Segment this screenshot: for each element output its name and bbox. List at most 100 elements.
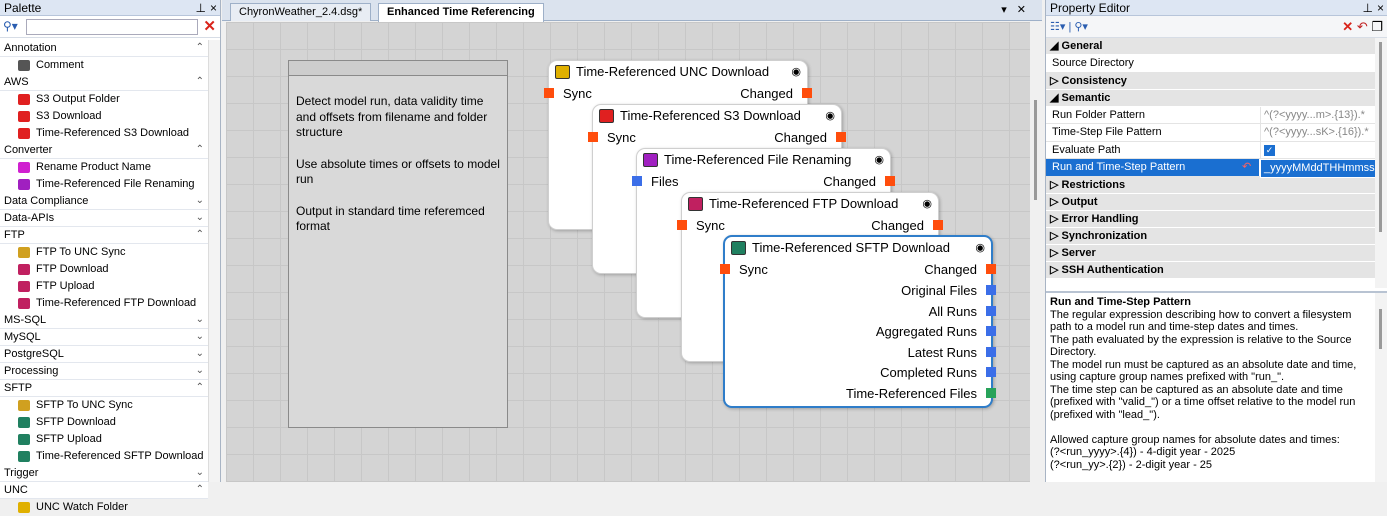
property-grid-scrollbar[interactable] bbox=[1375, 38, 1387, 288]
output-port[interactable] bbox=[986, 387, 996, 398]
property-category-synchronization[interactable]: ▷ Synchronization bbox=[1046, 227, 1376, 245]
expand-icon[interactable]: ▷ bbox=[1050, 247, 1062, 259]
close-tab-icon[interactable]: ✕ bbox=[1017, 4, 1036, 16]
palette-item[interactable]: S3 Download bbox=[0, 108, 208, 125]
comment-header[interactable] bbox=[289, 61, 507, 76]
tab-list-icon[interactable]: ▾ bbox=[1001, 4, 1017, 16]
palette-item[interactable]: Time-Referenced SFTP Download bbox=[0, 448, 208, 465]
palette-scrollbar[interactable] bbox=[208, 40, 220, 482]
palette-item[interactable]: Time-Referenced FTP Download bbox=[0, 295, 208, 312]
property-category-general[interactable]: ◢ General bbox=[1046, 38, 1376, 55]
palette-item[interactable]: SFTP Download bbox=[0, 414, 208, 431]
property-value[interactable]: ^(?<yyyy...sK>.{16}).* bbox=[1260, 124, 1376, 141]
eye-icon[interactable]: ◉ bbox=[975, 237, 985, 259]
output-port[interactable] bbox=[986, 264, 996, 274]
palette-item[interactable]: Time-Referenced File Renaming bbox=[0, 176, 208, 193]
palette-item[interactable]: FTP Download bbox=[0, 261, 208, 278]
property-row[interactable]: Source Directory bbox=[1046, 55, 1376, 73]
copy-icon[interactable]: ❐ bbox=[1371, 19, 1383, 34]
node-title[interactable]: Time-Referenced SFTP Download ◉ bbox=[725, 237, 991, 259]
property-row[interactable]: Evaluate Path ✓ bbox=[1046, 141, 1376, 159]
node-title[interactable]: Time-Referenced File Renaming ◉ bbox=[637, 149, 890, 171]
output-port[interactable] bbox=[986, 285, 996, 295]
palette-item[interactable]: Rename Product Name bbox=[0, 159, 208, 176]
palette-item[interactable]: FTP Upload bbox=[0, 278, 208, 295]
close-icon[interactable]: × bbox=[210, 0, 217, 16]
eye-icon[interactable]: ◉ bbox=[791, 61, 801, 83]
expand-icon[interactable]: ▷ bbox=[1050, 230, 1062, 242]
palette-item[interactable]: SFTP To UNC Sync bbox=[0, 397, 208, 414]
property-row[interactable]: Run and Time-Step Pattern _yyyyMMddTHHmms… bbox=[1046, 159, 1376, 178]
eye-icon[interactable]: ◉ bbox=[874, 149, 884, 171]
property-category-server[interactable]: ▷ Server bbox=[1046, 244, 1376, 262]
property-category-consistency[interactable]: ▷ Consistency bbox=[1046, 72, 1376, 90]
input-port[interactable] bbox=[677, 220, 687, 230]
chevron-down-icon[interactable]: ⌄ bbox=[196, 363, 204, 379]
tab-enhanced-time-referencing[interactable]: Enhanced Time Referencing bbox=[378, 3, 544, 22]
property-category-ssh-authentication[interactable]: ▷ SSH Authentication bbox=[1046, 261, 1376, 279]
workflow-canvas[interactable]: Detect model run, data validity time and… bbox=[226, 22, 1030, 482]
palette-category-ms-sql[interactable]: MS-SQL ⌄ bbox=[0, 312, 208, 329]
chevron-up-icon[interactable]: ⌃ bbox=[196, 142, 204, 158]
collapse-icon[interactable]: ◢ bbox=[1050, 92, 1062, 104]
scroll-thumb[interactable] bbox=[1379, 309, 1382, 349]
palette-item[interactable]: Time-Referenced S3 Download bbox=[0, 125, 208, 142]
palette-category-data-apis[interactable]: Data-APIs ⌄ bbox=[0, 210, 208, 227]
palette-category-trigger[interactable]: Trigger ⌄ bbox=[0, 465, 208, 482]
expand-icon[interactable]: ▷ bbox=[1050, 213, 1062, 225]
property-category-error-handling[interactable]: ▷ Error Handling bbox=[1046, 210, 1376, 228]
property-value[interactable]: _yyyyMMddTHHmmssK bbox=[1260, 159, 1376, 178]
node-title[interactable]: Time-Referenced UNC Download ◉ bbox=[549, 61, 807, 83]
palette-item[interactable]: Comment bbox=[0, 57, 208, 74]
eye-icon[interactable]: ◉ bbox=[922, 193, 932, 215]
search-icon[interactable]: ⚲▾ bbox=[3, 19, 18, 33]
palette-category-processing[interactable]: Processing ⌄ bbox=[0, 363, 208, 380]
palette-category-converter[interactable]: Converter ⌃ bbox=[0, 142, 208, 159]
reset-icon[interactable]: ↶ bbox=[1242, 159, 1251, 176]
property-value[interactable]: ✓ bbox=[1260, 141, 1376, 159]
delete-icon[interactable]: ✕ bbox=[1342, 19, 1353, 34]
expand-icon[interactable]: ▷ bbox=[1050, 179, 1062, 191]
pin-icon[interactable]: ⊥ bbox=[1363, 0, 1373, 16]
expand-icon[interactable]: ▷ bbox=[1050, 196, 1062, 208]
palette-category-ftp[interactable]: FTP ⌃ bbox=[0, 227, 208, 244]
chevron-down-icon[interactable]: ⌄ bbox=[196, 329, 204, 345]
node-title[interactable]: Time-Referenced FTP Download ◉ bbox=[682, 193, 938, 215]
palette-item[interactable]: SFTP Upload bbox=[0, 431, 208, 448]
input-port[interactable] bbox=[632, 176, 642, 186]
expand-icon[interactable]: ▷ bbox=[1050, 75, 1062, 87]
chevron-up-icon[interactable]: ⌃ bbox=[196, 482, 204, 498]
output-port[interactable] bbox=[836, 132, 846, 142]
chevron-down-icon[interactable]: ⌄ bbox=[196, 210, 204, 226]
output-port[interactable] bbox=[986, 305, 996, 316]
property-category-semantic[interactable]: ◢ Semantic bbox=[1046, 89, 1376, 107]
description-scrollbar[interactable] bbox=[1375, 293, 1387, 482]
scroll-thumb[interactable] bbox=[1034, 100, 1037, 200]
output-port[interactable] bbox=[986, 326, 996, 336]
search-icon[interactable]: ⚲▾ bbox=[1074, 21, 1088, 33]
output-port[interactable] bbox=[885, 176, 895, 186]
expand-icon[interactable]: ▷ bbox=[1050, 264, 1062, 276]
palette-category-data-compliance[interactable]: Data Compliance ⌄ bbox=[0, 193, 208, 210]
property-row[interactable]: Run Folder Pattern ^(?<yyyy...m>.{13}).* bbox=[1046, 106, 1376, 124]
collapse-icon[interactable]: ◢ bbox=[1050, 40, 1062, 52]
close-icon[interactable]: × bbox=[1377, 0, 1384, 16]
output-port[interactable] bbox=[802, 88, 812, 98]
chevron-up-icon[interactable]: ⌃ bbox=[196, 74, 204, 90]
chevron-up-icon[interactable]: ⌃ bbox=[196, 227, 204, 243]
chevron-down-icon[interactable]: ⌄ bbox=[196, 465, 204, 481]
property-row[interactable]: Time-Step File Pattern ^(?<yyyy...sK>.{16… bbox=[1046, 124, 1376, 142]
input-port[interactable] bbox=[720, 264, 730, 274]
input-port[interactable] bbox=[588, 132, 598, 142]
palette-category-annotation[interactable]: Annotation ⌃ bbox=[0, 40, 208, 57]
output-port[interactable] bbox=[933, 220, 943, 230]
palette-category-unc[interactable]: UNC ⌃ bbox=[0, 482, 208, 499]
property-category-restrictions[interactable]: ▷ Restrictions bbox=[1046, 176, 1376, 194]
clear-search-icon[interactable]: ✕ bbox=[203, 17, 216, 35]
node-sftp-download[interactable]: Time-Referenced SFTP Download ◉ Sync Change… bbox=[720, 235, 996, 408]
input-port[interactable] bbox=[544, 88, 554, 98]
sort-icon[interactable]: ☷▾ bbox=[1050, 21, 1065, 33]
eye-icon[interactable]: ◉ bbox=[825, 105, 835, 127]
canvas-scrollbar[interactable] bbox=[1030, 22, 1042, 482]
property-value[interactable]: ^(?<yyyy...m>.{13}).* bbox=[1260, 106, 1376, 124]
